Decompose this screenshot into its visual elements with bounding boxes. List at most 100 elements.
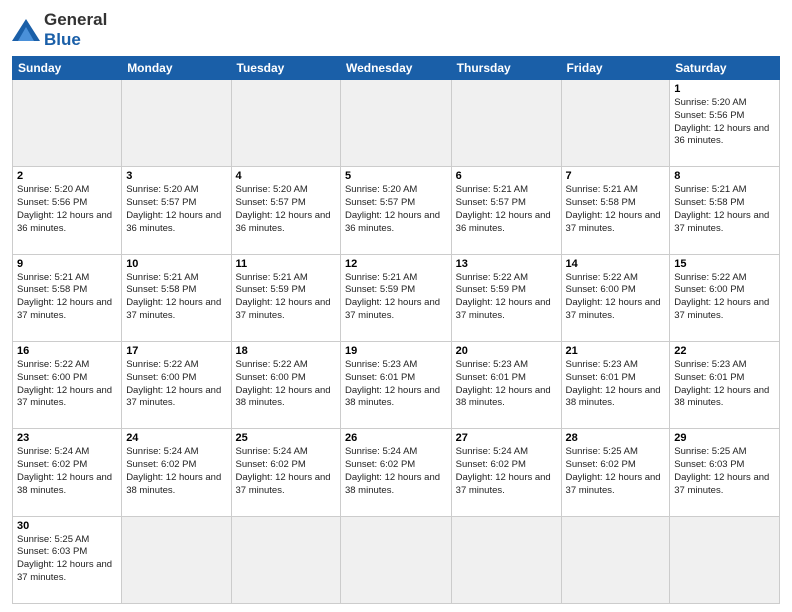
day-info: Sunrise: 5:23 AMSunset: 6:01 PMDaylight:… [456,359,557,410]
day-number: 14 [566,258,666,270]
day-cell: 9 Sunrise: 5:21 AMSunset: 5:58 PMDaylight… [13,254,122,341]
logo: General Blue [12,10,107,50]
week-row-3: 9 Sunrise: 5:21 AMSunset: 5:58 PMDaylight… [13,254,780,341]
day-cell: 23Sunrise: 5:24 AMSunset: 6:02 PMDayligh… [13,429,122,516]
day-cell [122,516,231,603]
day-cell: 15 Sunrise: 5:22 AMSunset: 6:00 PMDayligh… [670,254,780,341]
day-cell: 13 Sunrise: 5:22 AMSunset: 5:59 PMDayligh… [451,254,561,341]
day-info: Sunrise: 5:23 AMSunset: 6:01 PMDaylight:… [674,359,775,410]
logo-text: General Blue [44,10,107,50]
day-cell: 1Sunrise: 5:20 AMSunset: 5:56 PMDaylight… [670,80,780,167]
day-cell [561,80,670,167]
day-info: Sunrise: 5:21 AMSunset: 5:58 PMDaylight:… [126,272,226,323]
day-number: 8 [674,170,775,182]
day-cell [13,80,122,167]
day-info: Sunrise: 5:23 AMSunset: 6:01 PMDaylight:… [345,359,447,410]
day-cell: 25 Sunrise: 5:24 AMSunset: 6:02 PMDayligh… [231,429,340,516]
day-info: Sunrise: 5:24 AMSunset: 6:02 PMDaylight:… [236,446,336,497]
day-number: 15 [674,258,775,270]
day-info: Sunrise: 5:24 AMSunset: 6:02 PMDaylight:… [126,446,226,497]
day-number: 25 [236,432,336,444]
day-cell: 3 Sunrise: 5:20 AMSunset: 5:57 PMDaylight… [122,167,231,254]
weekday-header-row: SundayMondayTuesdayWednesdayThursdayFrid… [13,57,780,80]
day-cell: 28Sunrise: 5:25 AMSunset: 6:02 PMDayligh… [561,429,670,516]
day-cell: 29 Sunrise: 5:25 AMSunset: 6:03 PMDayligh… [670,429,780,516]
day-info: Sunrise: 5:21 AMSunset: 5:58 PMDaylight:… [566,184,666,235]
day-info: Sunrise: 5:21 AMSunset: 5:58 PMDaylight:… [674,184,775,235]
logo-icon [12,19,40,41]
day-number: 12 [345,258,447,270]
day-number: 18 [236,345,336,357]
weekday-saturday: Saturday [670,57,780,80]
day-cell: 6Sunrise: 5:21 AMSunset: 5:57 PMDaylight… [451,167,561,254]
day-cell: 14 Sunrise: 5:22 AMSunset: 6:00 PMDayligh… [561,254,670,341]
day-cell [670,516,780,603]
day-number: 24 [126,432,226,444]
day-info: Sunrise: 5:22 AMSunset: 6:00 PMDaylight:… [236,359,336,410]
day-number: 9 [17,258,117,270]
day-number: 11 [236,258,336,270]
day-number: 28 [566,432,666,444]
day-info: Sunrise: 5:25 AMSunset: 6:03 PMDaylight:… [17,534,117,585]
day-cell: 2Sunrise: 5:20 AMSunset: 5:56 PMDaylight… [13,167,122,254]
day-number: 29 [674,432,775,444]
day-number: 16 [17,345,117,357]
header: General Blue [12,10,780,50]
weekday-sunday: Sunday [13,57,122,80]
day-cell: 27 Sunrise: 5:24 AMSunset: 6:02 PMDayligh… [451,429,561,516]
day-number: 4 [236,170,336,182]
day-info: Sunrise: 5:22 AMSunset: 6:00 PMDaylight:… [674,272,775,323]
day-info: Sunrise: 5:20 AMSunset: 5:57 PMDaylight:… [236,184,336,235]
day-cell: 19 Sunrise: 5:23 AMSunset: 6:01 PMDayligh… [340,341,451,428]
day-cell: 11 Sunrise: 5:21 AMSunset: 5:59 PMDayligh… [231,254,340,341]
day-number: 19 [345,345,447,357]
day-info: Sunrise: 5:23 AMSunset: 6:01 PMDaylight:… [566,359,666,410]
day-info: Sunrise: 5:20 AMSunset: 5:57 PMDaylight:… [126,184,226,235]
day-info: Sunrise: 5:20 AMSunset: 5:57 PMDaylight:… [345,184,447,235]
day-cell [561,516,670,603]
weekday-tuesday: Tuesday [231,57,340,80]
day-info: Sunrise: 5:22 AMSunset: 6:00 PMDaylight:… [126,359,226,410]
day-info: Sunrise: 5:21 AMSunset: 5:57 PMDaylight:… [456,184,557,235]
day-cell [451,516,561,603]
day-info: Sunrise: 5:21 AMSunset: 5:58 PMDaylight:… [17,272,117,323]
day-cell: 12 Sunrise: 5:21 AMSunset: 5:59 PMDayligh… [340,254,451,341]
week-row-4: 16 Sunrise: 5:22 AMSunset: 6:00 PMDayligh… [13,341,780,428]
day-cell: 7Sunrise: 5:21 AMSunset: 5:58 PMDaylight… [561,167,670,254]
week-row-1: 1Sunrise: 5:20 AMSunset: 5:56 PMDaylight… [13,80,780,167]
day-cell [340,516,451,603]
day-info: Sunrise: 5:21 AMSunset: 5:59 PMDaylight:… [236,272,336,323]
weekday-monday: Monday [122,57,231,80]
page: General Blue SundayMondayTuesdayWednesda… [0,0,792,612]
day-cell: 8 Sunrise: 5:21 AMSunset: 5:58 PMDaylight… [670,167,780,254]
day-cell: 30Sunrise: 5:25 AMSunset: 6:03 PMDayligh… [13,516,122,603]
day-number: 17 [126,345,226,357]
day-info: Sunrise: 5:22 AMSunset: 5:59 PMDaylight:… [456,272,557,323]
calendar-table: SundayMondayTuesdayWednesdayThursdayFrid… [12,56,780,604]
day-cell: 20Sunrise: 5:23 AMSunset: 6:01 PMDayligh… [451,341,561,428]
day-info: Sunrise: 5:24 AMSunset: 6:02 PMDaylight:… [345,446,447,497]
day-cell: 18 Sunrise: 5:22 AMSunset: 6:00 PMDayligh… [231,341,340,428]
day-number: 3 [126,170,226,182]
day-number: 21 [566,345,666,357]
day-cell: 10 Sunrise: 5:21 AMSunset: 5:58 PMDayligh… [122,254,231,341]
weekday-friday: Friday [561,57,670,80]
day-cell: 4 Sunrise: 5:20 AMSunset: 5:57 PMDaylight… [231,167,340,254]
day-number: 27 [456,432,557,444]
day-number: 13 [456,258,557,270]
day-number: 22 [674,345,775,357]
week-row-6: 30Sunrise: 5:25 AMSunset: 6:03 PMDayligh… [13,516,780,603]
day-cell [231,80,340,167]
day-cell: 17 Sunrise: 5:22 AMSunset: 6:00 PMDayligh… [122,341,231,428]
day-number: 5 [345,170,447,182]
day-cell [451,80,561,167]
day-number: 10 [126,258,226,270]
day-info: Sunrise: 5:25 AMSunset: 6:03 PMDaylight:… [674,446,775,497]
day-info: Sunrise: 5:22 AMSunset: 6:00 PMDaylight:… [566,272,666,323]
weekday-thursday: Thursday [451,57,561,80]
day-info: Sunrise: 5:24 AMSunset: 6:02 PMDaylight:… [456,446,557,497]
week-row-5: 23Sunrise: 5:24 AMSunset: 6:02 PMDayligh… [13,429,780,516]
day-info: Sunrise: 5:21 AMSunset: 5:59 PMDaylight:… [345,272,447,323]
day-info: Sunrise: 5:22 AMSunset: 6:00 PMDaylight:… [17,359,117,410]
day-info: Sunrise: 5:20 AMSunset: 5:56 PMDaylight:… [674,97,775,148]
